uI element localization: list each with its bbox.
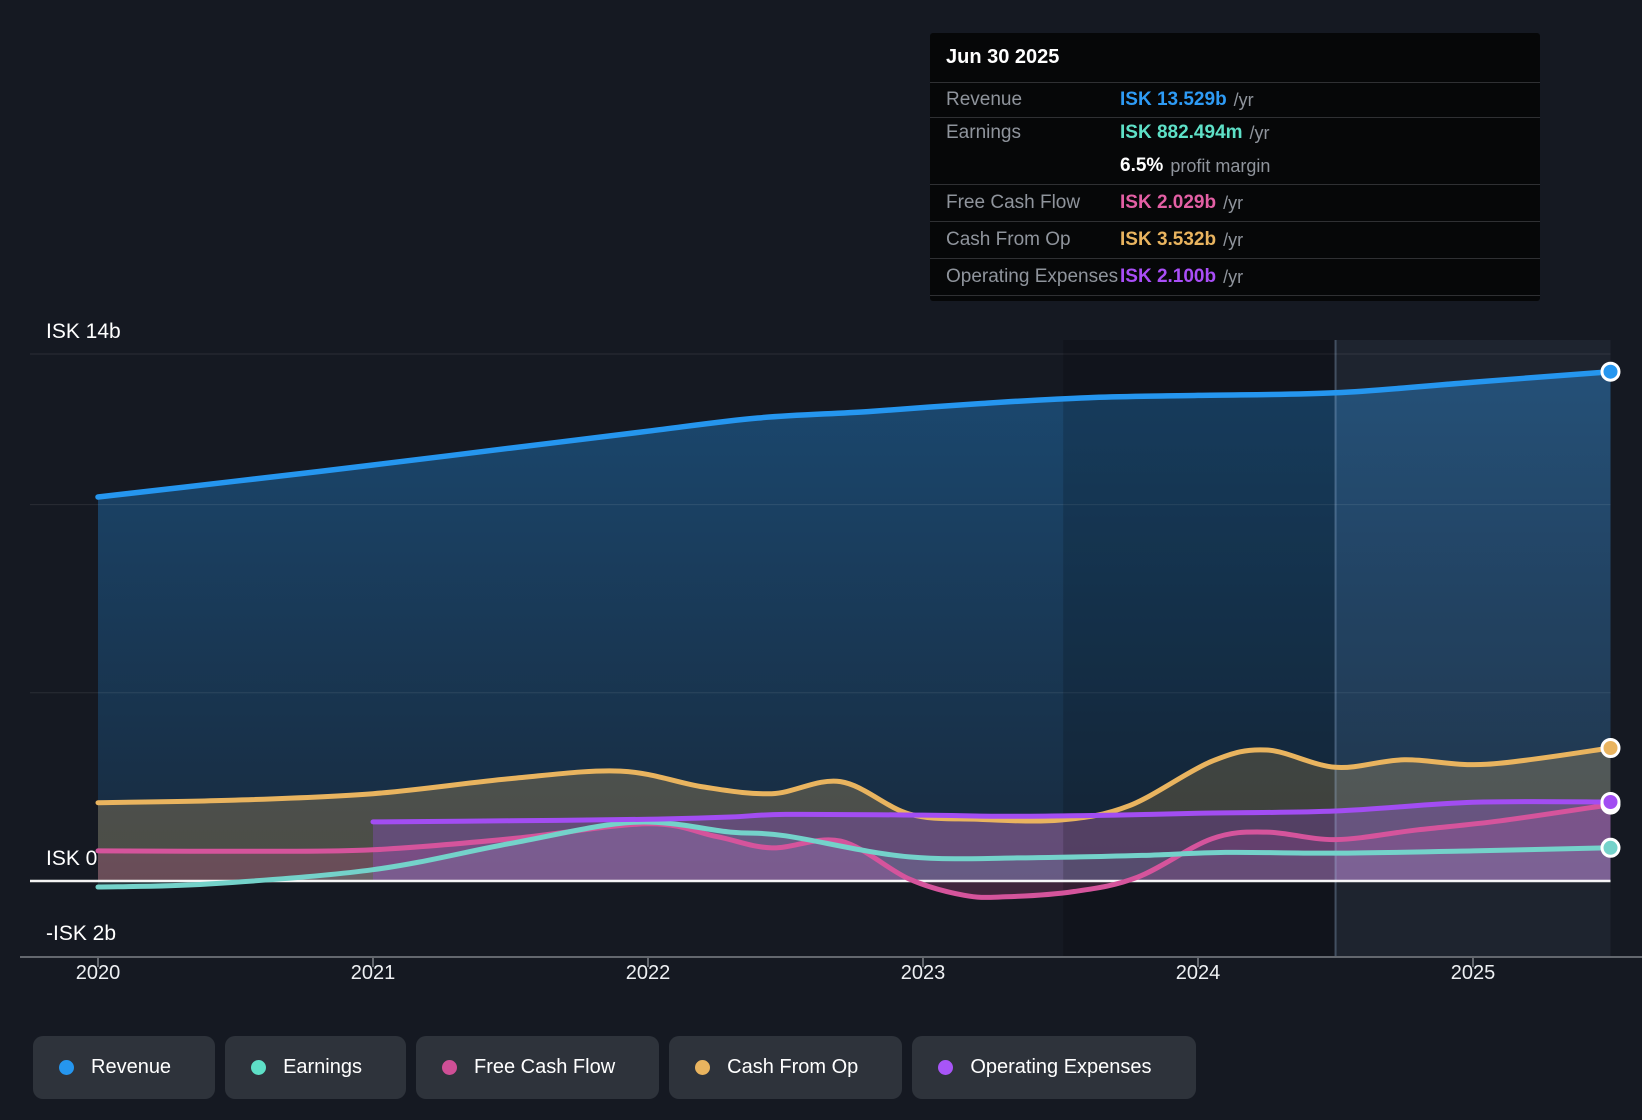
tooltip-date: Jun 30 2025 — [930, 33, 1540, 83]
tooltip-row-value: ISK 2.100b — [1120, 266, 1217, 287]
dim-band — [1063, 340, 1336, 957]
legend-item-cash-from-op[interactable]: Cash From Op — [669, 1036, 903, 1099]
legend-item-operating-expenses[interactable]: Operating Expenses — [912, 1036, 1196, 1099]
legend-item-label: Operating Expenses — [970, 1056, 1152, 1078]
tooltip-row-label: Free Cash Flow — [946, 192, 1081, 213]
y-axis-label--2b: -ISK 2b — [46, 922, 117, 946]
legend-item-revenue[interactable]: Revenue — [33, 1036, 216, 1099]
tooltip-row-label: Cash From Op — [946, 229, 1071, 250]
tooltip-row-revenue: Revenue ISK 13.529b /yr — [930, 83, 1540, 118]
tooltip-row-value: ISK 2.029b — [1120, 192, 1217, 213]
legend-item-label: Free Cash Flow — [474, 1056, 616, 1078]
earnings-endpoint-marker — [1600, 837, 1621, 858]
free-cash-flow-legend-dot-icon — [442, 1060, 457, 1075]
tooltip-row-suffix: profit margin — [1170, 155, 1271, 176]
tooltip-row-operating-expenses: Operating Expenses ISK 2.100b /yr — [930, 259, 1540, 296]
tooltip-row-label: Operating Expenses — [946, 266, 1119, 287]
legend-item-free-cash-flow[interactable]: Free Cash Flow — [416, 1036, 660, 1099]
x-axis-label-2025: 2025 — [1450, 962, 1496, 984]
chart-tooltip: Jun 30 2025 Revenue ISK 13.529b /yr Earn… — [930, 33, 1540, 301]
highlight-band — [1335, 340, 1611, 957]
tooltip-row-cash-from-op: Cash From Op ISK 3.532b /yr — [930, 222, 1540, 259]
tooltip-row-value: 6.5% — [1120, 155, 1164, 176]
tooltip-row-label: Revenue — [946, 89, 1023, 110]
x-axis-label-2020: 2020 — [75, 962, 121, 984]
operating-expenses-legend-dot-icon — [938, 1060, 954, 1075]
tooltip-row-value: ISK 882.494m — [1120, 122, 1243, 143]
x-axis-label-2021: 2021 — [350, 962, 396, 984]
x-axis-label-2023: 2023 — [900, 962, 946, 984]
y-axis-label-0b: ISK 0 — [46, 847, 98, 870]
app-background: ISK 14b ISK 0 -ISK 2b 2020 2021 2022 2023 2024 2… — [0, 0, 1642, 1120]
tooltip-row-value: ISK 13.529b — [1120, 89, 1227, 110]
cash-from-op-endpoint-marker — [1600, 738, 1621, 758]
operating-expenses-endpoint-marker — [1600, 792, 1621, 812]
legend-item-earnings[interactable]: Earnings — [225, 1036, 406, 1099]
tooltip-row-suffix: /yr — [1233, 89, 1254, 110]
tooltip-row-suffix: /yr — [1223, 192, 1244, 213]
tooltip-row-profit-margin: 6.5% profit margin — [930, 148, 1540, 185]
tooltip-row-suffix: /yr — [1223, 229, 1244, 250]
revenue-endpoint-marker — [1600, 361, 1621, 382]
x-axis-label-2024: 2024 — [1175, 962, 1221, 984]
tooltip-row-label: Earnings — [946, 122, 1021, 143]
tooltip-row-suffix: /yr — [1249, 122, 1270, 143]
revenue-legend-dot-icon — [59, 1060, 74, 1075]
tooltip-row-value: ISK 3.532b — [1120, 229, 1217, 250]
y-axis-label-14b: ISK 14b — [46, 320, 121, 343]
legend-item-label: Earnings — [283, 1056, 362, 1078]
legend-item-label: Revenue — [91, 1056, 172, 1078]
tooltip-row-suffix: /yr — [1223, 266, 1244, 287]
legend-item-label: Cash From Op — [727, 1056, 859, 1078]
tooltip-row-free-cash-flow: Free Cash Flow ISK 2.029b /yr — [930, 185, 1540, 222]
chart-legend: Revenue Earnings Free Cash Flow Cash From O… — [33, 1036, 1196, 1099]
tooltip-row-earnings: Earnings ISK 882.494m /yr — [930, 118, 1540, 148]
earnings-legend-dot-icon — [251, 1060, 267, 1075]
x-axis-label-2022: 2022 — [625, 962, 671, 984]
cash-from-op-legend-dot-icon — [695, 1060, 711, 1075]
